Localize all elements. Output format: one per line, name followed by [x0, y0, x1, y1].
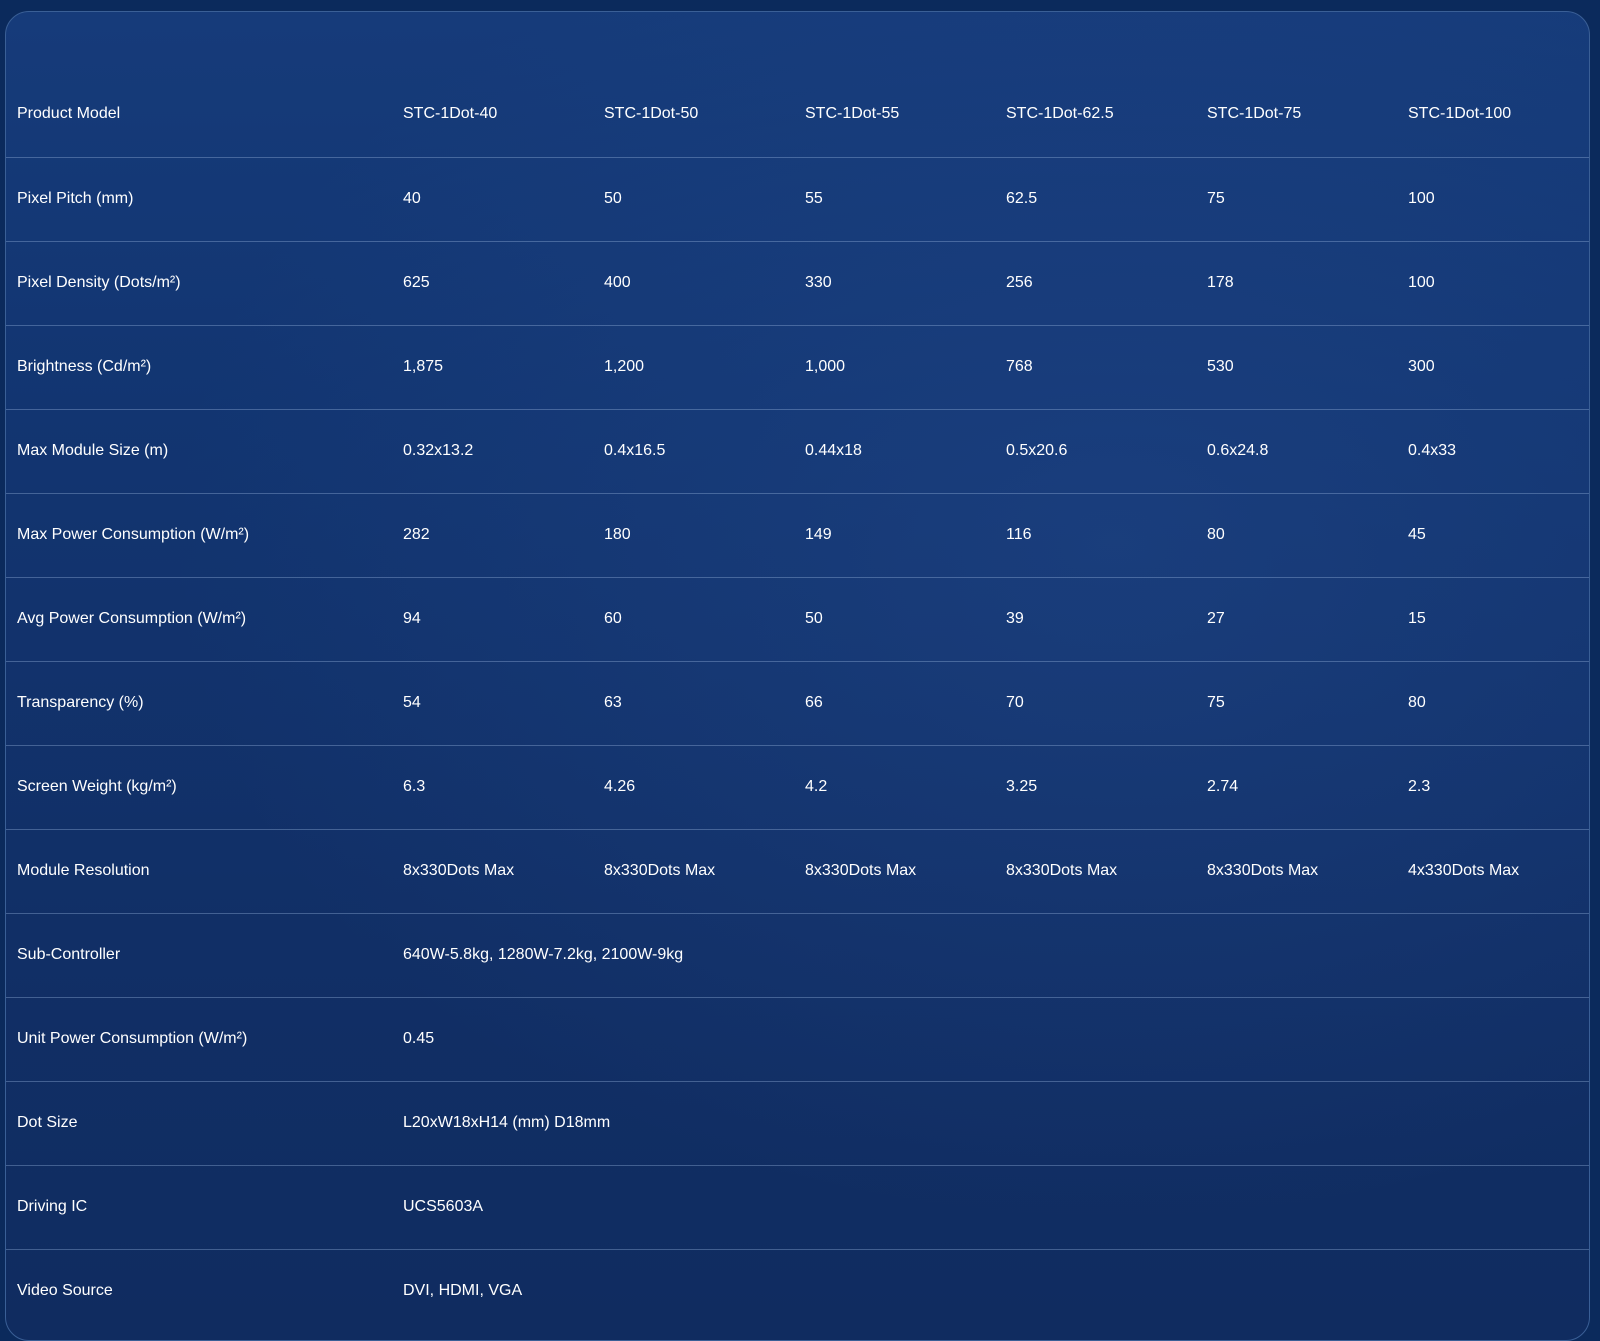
row-label: Max Power Consumption (W/m²) [6, 493, 386, 578]
row-label: Module Resolution [6, 829, 386, 914]
cell-value: 1,875 [386, 325, 587, 410]
row-label: Brightness (Cd/m²) [6, 325, 386, 410]
cell-value: 0.6x24.8 [1190, 409, 1391, 494]
table-row: Module Resolution 8x330Dots Max 8x330Dots … [6, 829, 1589, 914]
cell-value: 0.5x20.6 [989, 409, 1190, 494]
cell-value: 1,200 [587, 325, 788, 410]
row-label: Screen Weight (kg/m²) [6, 745, 386, 830]
table-row: Brightness (Cd/m²) 1,875 1,200 1,000 768 530 3… [6, 325, 1589, 410]
table-row: Max Module Size (m) 0.32x13.2 0.4x16.5 0.44… [6, 409, 1589, 494]
cell-value: 0.44x18 [788, 409, 989, 494]
row-label: Max Module Size (m) [6, 409, 386, 494]
cell-value: 4.26 [587, 745, 788, 830]
header-model: STC-1Dot-62.5 [989, 72, 1190, 158]
table-row: Pixel Pitch (mm) 40 50 55 62.5 75 100 [6, 157, 1589, 242]
cell-value: 66 [788, 661, 989, 746]
cell-value: 62.5 [989, 157, 1190, 242]
row-label: Sub-Controller [6, 913, 386, 998]
table-row: Driving IC UCS5603A [6, 1165, 1589, 1250]
cell-value: 625 [386, 241, 587, 326]
cell-value: DVI, HDMI, VGA [403, 1282, 523, 1300]
cell-value: 8x330Dots Max [587, 829, 788, 914]
cell-value: 40 [386, 157, 587, 242]
cell-value: 8x330Dots Max [989, 829, 1190, 914]
cell-value: 8x330Dots Max [1190, 829, 1391, 914]
cell-value: 80 [1190, 493, 1391, 578]
cell-value: 0.4x33 [1391, 409, 1589, 494]
row-label: Video Source [17, 1282, 113, 1300]
cell-value: 256 [989, 241, 1190, 326]
cell-value: 60 [587, 577, 788, 662]
cell-value: 50 [587, 157, 788, 242]
cell-value: 27 [1190, 577, 1391, 662]
table-row: Transparency (%) 54 63 66 70 75 80 [6, 661, 1589, 746]
cell-value: 3.25 [989, 745, 1190, 830]
cell-value: L20xW18xH14 (mm) D18mm [386, 1081, 1589, 1166]
header-model: STC-1Dot-100 [1391, 72, 1589, 158]
table-row: Max Power Consumption (W/m²) 282 180 149 116… [6, 493, 1589, 578]
cell-value: 8x330Dots Max [788, 829, 989, 914]
cell-value: 39 [989, 577, 1190, 662]
cell-value: 768 [989, 325, 1190, 410]
cell-value: 4.2 [788, 745, 989, 830]
row-label: Dot Size [6, 1081, 386, 1166]
row-label: Transparency (%) [6, 661, 386, 746]
cell-value: 4x330Dots Max [1391, 829, 1589, 914]
header-model: STC-1Dot-50 [587, 72, 788, 158]
cell-value: 70 [989, 661, 1190, 746]
cell-value: 45 [1391, 493, 1589, 578]
cell-value: 80 [1391, 661, 1589, 746]
cell-value: 178 [1190, 241, 1391, 326]
table-row: Avg Power Consumption (W/m²) 94 60 50 39 27 15 [6, 577, 1589, 662]
cell-value: 75 [1190, 661, 1391, 746]
cell-value: 530 [1190, 325, 1391, 410]
header-model: STC-1Dot-40 [386, 72, 587, 158]
cell-value: 282 [386, 493, 587, 578]
cell-value: 116 [989, 493, 1190, 578]
header-model: STC-1Dot-75 [1190, 72, 1391, 158]
row-label: Pixel Pitch (mm) [6, 157, 386, 242]
table-row: Dot Size L20xW18xH14 (mm) D18mm [6, 1081, 1589, 1166]
cell-value: 640W-5.8kg, 1280W-7.2kg, 2100W-9kg [386, 913, 1589, 998]
cell-value: 15 [1391, 577, 1589, 662]
cell-value: 50 [788, 577, 989, 662]
cell-value: 2.74 [1190, 745, 1391, 830]
table-row: Screen Weight (kg/m²) 6.3 4.26 4.2 3.25 2.74 2… [6, 745, 1589, 830]
cell-value: 300 [1391, 325, 1589, 410]
cell-value: 0.32x13.2 [386, 409, 587, 494]
table-row: Unit Power Consumption (W/m²) 0.45 [6, 997, 1589, 1082]
header-label: Product Model [6, 72, 386, 158]
cell-value: UCS5603A [386, 1165, 1589, 1250]
row-label: Unit Power Consumption (W/m²) [6, 997, 386, 1082]
cell-value: 55 [788, 157, 989, 242]
cell-value: 149 [788, 493, 989, 578]
cell-value: 1,000 [788, 325, 989, 410]
cell-value: 0.4x16.5 [587, 409, 788, 494]
cell-value: 330 [788, 241, 989, 326]
spec-panel: Product Model STC-1Dot-40 STC-1Dot-50 STC-1… [5, 11, 1590, 1341]
cell-value: 75 [1190, 157, 1391, 242]
cell-value: 100 [1391, 241, 1589, 326]
table-row: Video Source DVI, HDMI, VGA [6, 1249, 1589, 1333]
table-row: Pixel Density (Dots/m²) 625 400 330 256 178 10… [6, 241, 1589, 326]
cell-value: 63 [587, 661, 788, 746]
table-header-row: Product Model STC-1Dot-40 STC-1Dot-50 STC-1… [6, 72, 1589, 158]
cell-value: 94 [386, 577, 587, 662]
cell-value: 2.3 [1391, 745, 1589, 830]
cell-value: 100 [1391, 157, 1589, 242]
table-row: Sub-Controller 640W-5.8kg, 1280W-7.2kg, 2… [6, 913, 1589, 998]
cell-value: 8x330Dots Max [386, 829, 587, 914]
cell-value: 54 [386, 661, 587, 746]
row-label: Avg Power Consumption (W/m²) [6, 577, 386, 662]
header-model: STC-1Dot-55 [788, 72, 989, 158]
spec-table: Product Model STC-1Dot-40 STC-1Dot-50 STC-1… [6, 72, 1589, 1333]
cell-value: 6.3 [386, 745, 587, 830]
cell-value: 0.45 [386, 997, 1589, 1082]
cell-value: 400 [587, 241, 788, 326]
cell-value: 180 [587, 493, 788, 578]
row-label: Driving IC [6, 1165, 386, 1250]
row-label: Pixel Density (Dots/m²) [6, 241, 386, 326]
